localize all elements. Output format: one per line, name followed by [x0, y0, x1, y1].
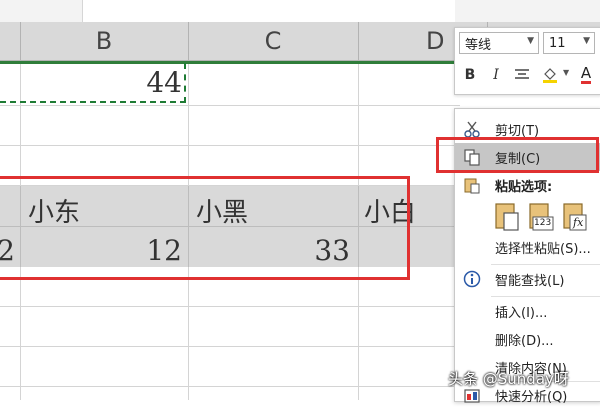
menu-label-cut: 剪切(T) [495, 123, 540, 139]
copy-marquee-right [184, 63, 186, 103]
formula-input[interactable] [82, 0, 455, 22]
column-header-a[interactable] [0, 22, 21, 60]
fill-color-button[interactable] [539, 64, 561, 86]
menu-item-paste-special[interactable]: 选择性粘贴(S)... [455, 233, 600, 261]
bold-button[interactable]: B [459, 64, 481, 86]
paste-option-default[interactable] [493, 201, 521, 233]
font-color-button[interactable]: A [575, 64, 597, 86]
font-size-select[interactable]: 11 ▼ [543, 32, 595, 54]
font-name-value: 等线 [465, 37, 492, 53]
column-header-c[interactable]: C [188, 22, 359, 60]
menu-item-insert[interactable]: 插入(I)... [455, 297, 600, 325]
menu-item-smart-lookup[interactable]: 智能查找(L) [455, 265, 600, 293]
watermark-text: 头条 @Sunday呀 [448, 370, 569, 388]
clipboard-icon [495, 203, 519, 231]
clipboard-values-icon [529, 203, 554, 231]
italic-button[interactable]: I [485, 64, 507, 86]
chevron-down-icon: ▼ [527, 36, 534, 46]
align-center-button[interactable] [511, 64, 533, 86]
chevron-down-icon: ▼ [583, 36, 590, 46]
selection-highlight-box [0, 176, 410, 280]
column-header-b[interactable]: B [20, 22, 189, 60]
font-name-select[interactable]: 等线 ▼ [459, 32, 539, 54]
menu-label-smart-lookup: 智能查找(L) [495, 273, 565, 289]
font-size-value: 11 [549, 35, 566, 51]
menu-item-paste-options: 粘贴选项: [455, 171, 600, 199]
formula-bar [0, 0, 600, 23]
copy-marquee-bottom [0, 101, 186, 103]
paste-icon [461, 174, 483, 196]
font-color-letter: A [580, 64, 592, 84]
info-icon [461, 268, 483, 290]
copy-highlight-box [436, 137, 599, 173]
chevron-down-icon[interactable]: ▼ [563, 68, 569, 77]
menu-item-delete[interactable]: 删除(D)... [455, 325, 600, 353]
menu-label-paste-special: 选择性粘贴(S)... [495, 241, 591, 257]
mini-toolbar: 等线 ▼ 11 ▼ B I ▼ A [454, 27, 600, 95]
paste-option-values[interactable]: 123 [527, 201, 555, 233]
paste-option-formulas[interactable]: fx [561, 201, 589, 233]
paste-values-label: 123 [534, 218, 552, 228]
align-center-icon [515, 69, 529, 79]
menu-label-paste-options: 粘贴选项: [495, 179, 553, 195]
paste-formulas-label: fx [573, 216, 584, 229]
menu-label-delete: 删除(D)... [495, 333, 554, 349]
cell-b-value[interactable]: 44 [20, 66, 182, 99]
menu-label-insert: 插入(I)... [495, 305, 548, 321]
row-divider-green [0, 61, 460, 64]
paint-bucket-icon [543, 68, 557, 83]
